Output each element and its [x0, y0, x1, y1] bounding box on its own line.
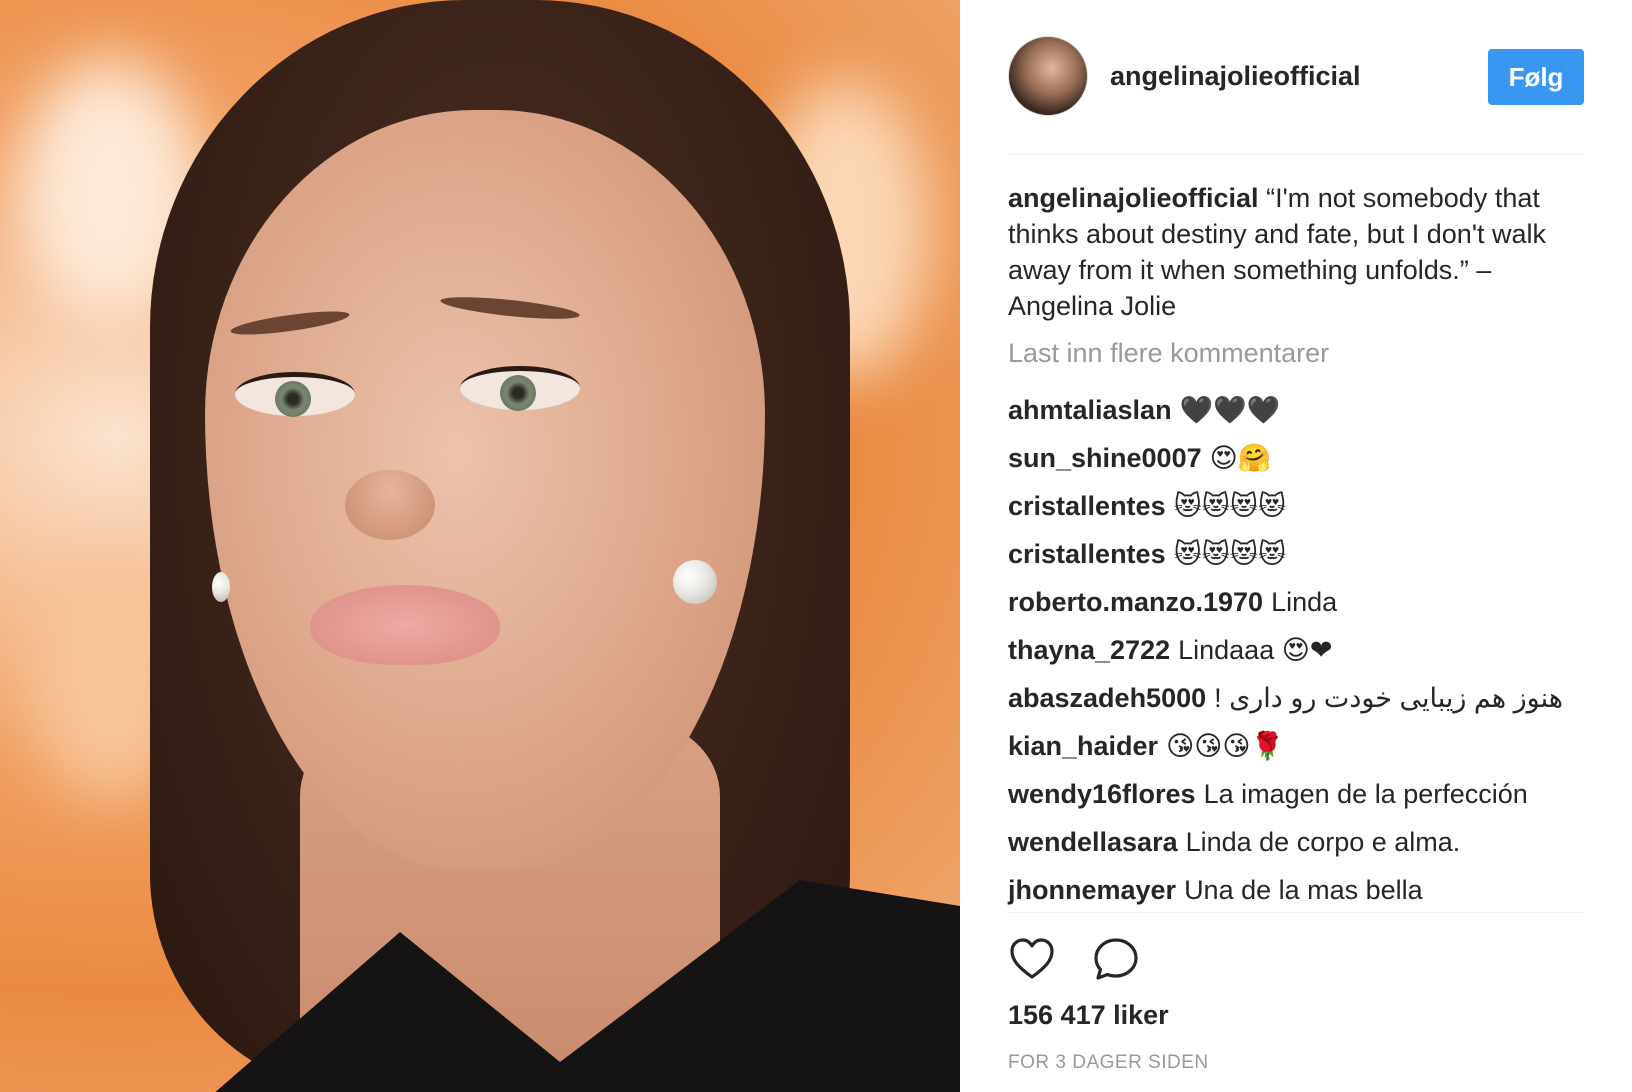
comment-text: 🖤🖤🖤	[1179, 395, 1281, 425]
comment-username[interactable]: thayna_2722	[1008, 635, 1170, 665]
comments-divider	[1008, 912, 1584, 913]
comment-text: 😍🤗	[1209, 443, 1272, 473]
caption-username[interactable]: angelinajolieofficial	[1008, 183, 1259, 213]
comment-item: cristallentes 😻😻😻😻	[1008, 530, 1584, 578]
comment-text: 😘😘😘🌹	[1166, 731, 1285, 761]
follow-button[interactable]: Følg	[1488, 49, 1584, 105]
comment-username[interactable]: sun_shine0007	[1008, 443, 1202, 473]
comment-text: Lindaaa 😍❤	[1178, 635, 1333, 665]
comment-text: Linda	[1271, 587, 1338, 617]
comment-username[interactable]: abaszadeh5000	[1008, 683, 1206, 713]
comment-item: abaszadeh5000 هنوز هم زیبایی خودت رو داری…	[1008, 674, 1584, 722]
comment-item: ahmtaliaslan 🖤🖤🖤	[1008, 386, 1584, 434]
comment-item: jhonnemayer Una de la mas bella	[1008, 866, 1584, 914]
comment-username[interactable]: cristallentes	[1008, 491, 1166, 521]
post-header: angelinajolieofficial Følg	[1008, 36, 1584, 116]
right-eye	[460, 366, 580, 411]
comment-username[interactable]: wendellasara	[1008, 827, 1178, 857]
post-caption: angelinajolieofficial “I'm not somebody …	[1008, 180, 1568, 324]
post-info-panel: angelinajolieofficial Følg angelinajolie…	[960, 0, 1632, 1092]
comment-item: roberto.manzo.1970 Linda	[1008, 578, 1584, 626]
comment-item: kian_haider 😘😘😘🌹	[1008, 722, 1584, 770]
comment-username[interactable]: ahmtaliaslan	[1008, 395, 1172, 425]
pearl-earring	[212, 572, 230, 602]
left-eye	[235, 372, 355, 417]
pearl-earring	[673, 560, 717, 604]
comment-username[interactable]: roberto.manzo.1970	[1008, 587, 1263, 617]
comment-item: wendy16flores La imagen de la perfección	[1008, 770, 1584, 818]
comment-item: sun_shine0007 😍🤗	[1008, 434, 1584, 482]
header-username[interactable]: angelinajolieofficial	[1110, 61, 1361, 92]
lips	[310, 585, 500, 665]
load-more-comments-link[interactable]: Last inn flere kommentarer	[1008, 338, 1329, 369]
post-photo[interactable]	[0, 0, 960, 1092]
comment-username[interactable]: wendy16flores	[1008, 779, 1196, 809]
post-actions	[1008, 934, 1140, 984]
comment-item: wendellasara Linda de corpo e alma.	[1008, 818, 1584, 866]
post-timestamp: FOR 3 DAGER SIDEN	[1008, 1052, 1209, 1073]
comment-text: La imagen de la perfección	[1203, 779, 1528, 809]
comment-item: cristallentes 😻😻😻😻	[1008, 482, 1584, 530]
comment-text: هنوز هم زیبایی خودت رو داری !	[1214, 683, 1564, 713]
comment-item: thayna_2722 Lindaaa 😍❤	[1008, 626, 1584, 674]
comment-username[interactable]: kian_haider	[1008, 731, 1158, 761]
instagram-post: angelinajolieofficial Følg angelinajolie…	[0, 0, 1632, 1092]
comment-username[interactable]: cristallentes	[1008, 539, 1166, 569]
like-count[interactable]: 156 417 liker	[1008, 1000, 1169, 1031]
speech-bubble-icon[interactable]	[1092, 935, 1140, 983]
comment-list: ahmtaliaslan 🖤🖤🖤 sun_shine0007 😍🤗 cristall…	[1008, 386, 1584, 914]
comment-text: 😻😻😻😻	[1173, 539, 1287, 569]
nose	[345, 470, 435, 540]
heart-outline-icon[interactable]	[1008, 935, 1056, 983]
comment-username[interactable]: jhonnemayer	[1008, 875, 1176, 905]
avatar[interactable]	[1008, 36, 1088, 116]
comment-text: 😻😻😻😻	[1173, 491, 1287, 521]
comment-text: Linda de corpo e alma.	[1185, 827, 1461, 857]
header-divider	[1008, 154, 1584, 155]
comment-text: Una de la mas bella	[1184, 875, 1423, 905]
